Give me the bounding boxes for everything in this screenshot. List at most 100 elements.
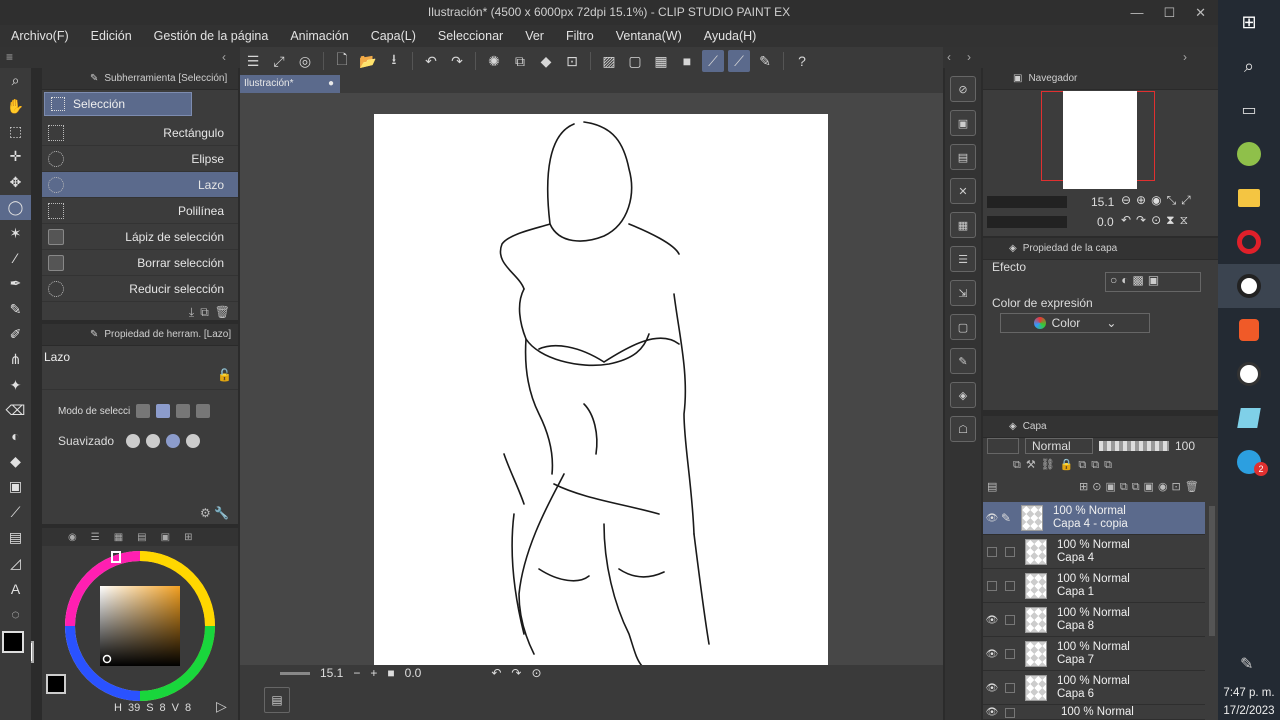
eye-icon[interactable]: 👁	[983, 707, 1001, 718]
navigator-thumbnail[interactable]	[1063, 91, 1137, 189]
fit-icon[interactable]: ■	[387, 666, 394, 680]
fill-icon[interactable]: ◆	[535, 50, 557, 72]
telegram-icon[interactable]: 2	[1218, 440, 1280, 484]
intermediate-tab-icon[interactable]: ▤	[137, 532, 146, 543]
menu-ventana[interactable]: Ventana(W)	[605, 29, 693, 43]
expression-color-select[interactable]: Color ⌄	[1000, 313, 1150, 333]
clock[interactable]: 7:47 p. m. 17/2/2023	[1218, 684, 1280, 720]
color-wheel[interactable]	[64, 550, 216, 702]
subtool-lasso[interactable]: Lazo	[42, 172, 238, 198]
layer-row[interactable]: 👁 100 % Normal Capa 6	[983, 672, 1205, 705]
square-icon[interactable]: ■	[676, 50, 698, 72]
open-file-icon[interactable]: 📂	[357, 50, 379, 72]
windows-start-icon[interactable]: ⊞	[1218, 0, 1280, 44]
lock-box[interactable]	[1005, 581, 1015, 591]
collapse-middle-icon[interactable]: ‹	[947, 50, 951, 64]
reset-rotation-icon[interactable]: ⊙	[531, 666, 541, 680]
expand-right-icon[interactable]: ›	[1183, 50, 1187, 64]
smoothing-medium-icon[interactable]	[166, 434, 180, 448]
property-settings-icon[interactable]: ⚙ 🔧	[200, 506, 229, 520]
timeline-icon[interactable]: ▤	[264, 687, 290, 713]
approx-tab-icon[interactable]: ▣	[161, 532, 170, 543]
subtool-group-tab[interactable]: Selección	[44, 92, 192, 116]
effect-buttons[interactable]: ○◐▩▣	[1105, 272, 1201, 292]
layer-dock-icon[interactable]: ▣	[950, 110, 976, 136]
grid-dock-icon[interactable]: ▦	[950, 212, 976, 238]
opera-icon[interactable]	[1218, 220, 1280, 264]
shrink-dock-icon[interactable]: ⇲	[950, 280, 976, 306]
history-tab-icon[interactable]: ⊞	[184, 532, 192, 543]
new-file-icon[interactable]: 🗋	[331, 50, 353, 72]
maximize-icon[interactable]: ☐	[1163, 0, 1175, 25]
pen-icon[interactable]: ✒	[0, 271, 31, 296]
panel-dock-icon[interactable]: ▢	[950, 314, 976, 340]
operation-icon[interactable]: ⬚	[0, 119, 31, 144]
zoom-slider[interactable]	[280, 671, 310, 675]
eye-icon[interactable]: 👁	[983, 615, 1001, 626]
brave-icon[interactable]	[1218, 308, 1280, 352]
import-icon[interactable]: ⤓	[189, 305, 194, 320]
eye-icon[interactable]: 👁	[983, 513, 1001, 524]
balloon-icon[interactable]: ◌	[0, 601, 31, 626]
color-set-tab-icon[interactable]: ▦	[114, 532, 123, 543]
notes-app-icon[interactable]	[1218, 396, 1280, 440]
canvas-paper[interactable]	[374, 114, 828, 666]
minimize-icon[interactable]: —	[1130, 0, 1143, 25]
pen-lock-icon[interactable]: ✎	[1001, 511, 1015, 525]
collapse-left-icon[interactable]: ‹	[222, 50, 226, 64]
menu-filtro[interactable]: Filtro	[555, 29, 605, 43]
gradient-icon[interactable]: ▣	[0, 474, 31, 499]
hatch-icon[interactable]: ▨	[598, 50, 620, 72]
layer-options-toolbar[interactable]: ⧉⚒⛓🔒⧉⧉⧉	[1013, 458, 1117, 472]
mode-subtract-icon[interactable]	[176, 404, 190, 418]
fill-bucket-icon[interactable]: ◆	[0, 449, 31, 474]
layer-color-select[interactable]	[987, 438, 1019, 454]
menu-capa[interactable]: Capa(L)	[360, 29, 427, 43]
opacity-slider[interactable]	[1099, 441, 1169, 451]
panel-menu-icon[interactable]: ≡	[6, 50, 13, 64]
subtool-shrink-selection[interactable]: Reducir selección	[42, 276, 238, 302]
subtool-ellipse[interactable]: Elipse	[42, 146, 238, 172]
search-icon[interactable]: ⌕	[1218, 44, 1280, 88]
menu-ayuda[interactable]: Ayuda(H)	[693, 29, 768, 43]
pen-tray-icon[interactable]: ✎	[1240, 654, 1253, 674]
zoom-out-icon[interactable]: −	[353, 666, 360, 680]
subtool-selection-pen[interactable]: Lápiz de selección	[42, 224, 238, 250]
edit-dock-icon[interactable]: ✎	[950, 348, 976, 374]
smoothing-strong-icon[interactable]	[186, 434, 200, 448]
menu-edicion[interactable]: Edición	[80, 29, 143, 43]
lock-box[interactable]	[1005, 683, 1015, 693]
layer-row[interactable]: 👁 100 % Normal Capa 8	[983, 604, 1205, 637]
save-icon[interactable]: ⭳	[383, 50, 405, 72]
blend-icon[interactable]: ◐	[0, 423, 31, 448]
lock-box[interactable]	[1005, 707, 1015, 718]
special-ruler-icon[interactable]: ⟋	[728, 50, 750, 72]
undo-icon[interactable]: ↶	[420, 50, 442, 72]
transform-icon[interactable]: ⤢	[268, 50, 290, 72]
zoom-value[interactable]: 15.1	[320, 666, 343, 680]
eyedropper-icon[interactable]: ⁄	[0, 246, 31, 271]
menu-icon[interactable]: ☰	[242, 50, 264, 72]
layer-row[interactable]: 👁 ✎ 100 % Normal Capa 4 - copia	[983, 502, 1205, 535]
airbrush-icon[interactable]: ⋔	[0, 347, 31, 372]
lock-icon[interactable]: 🔓	[217, 368, 232, 382]
mode-new-icon[interactable]	[136, 404, 150, 418]
lock-box[interactable]	[1005, 547, 1015, 557]
smoothing-weak-icon[interactable]	[146, 434, 160, 448]
penguin-app-icon[interactable]	[1218, 352, 1280, 396]
crop-icon[interactable]: ⊡	[561, 50, 583, 72]
smoothing-none-icon[interactable]	[126, 434, 140, 448]
frame-border-icon[interactable]: ▤	[0, 525, 31, 550]
subtool-erase-selection[interactable]: Borrar selección	[42, 250, 238, 276]
rotate-right-icon[interactable]: ↷	[511, 666, 521, 680]
duplicate-icon[interactable]: ⧉	[200, 305, 209, 320]
magic-wand-icon[interactable]: ✶	[0, 220, 31, 245]
task-view-icon[interactable]: ▭	[1218, 88, 1280, 132]
hand-icon[interactable]: ✋	[0, 93, 31, 118]
frame-icon[interactable]: ▢	[624, 50, 646, 72]
close-dock-icon[interactable]: ✕	[950, 178, 976, 204]
main-color-chip[interactable]	[46, 674, 66, 694]
visibility-box[interactable]	[987, 581, 997, 591]
rotate-nav-slider[interactable]	[987, 216, 1067, 228]
clip-studio-taskbar-icon[interactable]	[1218, 264, 1280, 308]
